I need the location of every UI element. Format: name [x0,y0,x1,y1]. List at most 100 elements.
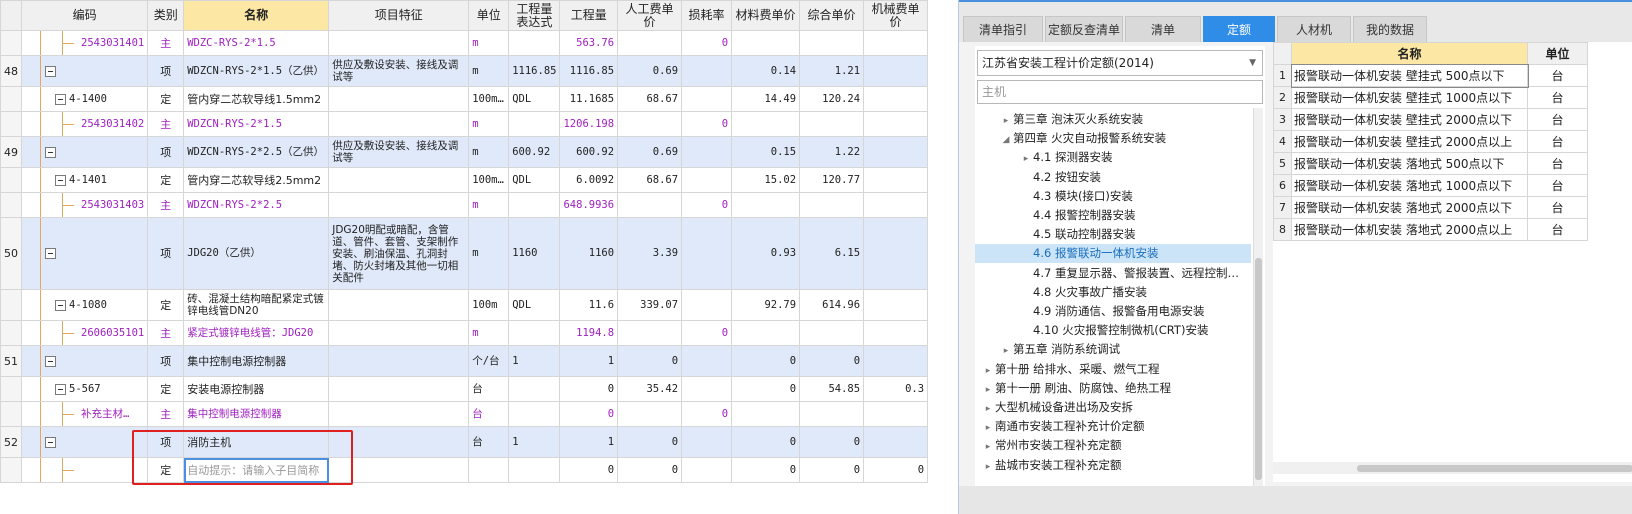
unit-cell[interactable]: 100m… [468,86,510,112]
feature-cell[interactable] [328,457,470,483]
tab-labor-material[interactable]: 人材机 [1277,16,1351,42]
loss-cell[interactable] [681,86,733,112]
total-cell[interactable]: 120.77 [799,167,865,193]
material-cell[interactable]: 0 [731,457,801,483]
category-cell[interactable]: 项 [147,136,185,168]
quota-name-cell[interactable]: 报警联动一体机安装 落地式 1000点以下 [1291,174,1528,197]
feature-cell[interactable]: 供应及敷设安装、接线及调试等 [328,55,470,87]
table-row[interactable]: 48 项 WDZCN-RYS-2*1.5（乙供） 供应及敷设安装、接线及调试等 m 111… [0,55,929,87]
qty-cell[interactable]: 1160 [559,217,619,290]
quota-name-cell[interactable]: 报警联动一体机安装 落地式 2000点以下 [1291,196,1528,219]
loss-cell[interactable]: 0 [681,401,733,427]
quota-row[interactable]: 8 报警联动一体机安装 落地式 2000点以上台 [1273,218,1588,241]
total-header[interactable]: 综合单价 [799,0,865,31]
labor-header[interactable]: 人工费单价 [617,0,683,31]
table-row[interactable]: 2606035101 主紧定式镀锌电线管：JDG20 m 1194.8 0 [0,320,929,346]
name-input-cell[interactable]: 自动提示：请输入子目简称 [183,457,330,483]
feature-cell[interactable] [328,426,470,458]
name-cell[interactable]: 管内穿二芯软导线2.5mm2 [183,167,330,193]
quota-horizontal-scrollbar[interactable] [1273,462,1632,474]
code-cell[interactable]: 4-1401 [20,167,149,193]
labor-cell[interactable] [617,111,683,137]
tree-node[interactable]: 4.6 报警联动一体机安装 [975,244,1251,264]
tree-node[interactable]: 4.2 按钮安装 [975,168,1251,187]
expr-cell[interactable]: QDL [508,289,561,321]
expr-cell[interactable]: 1160 [508,217,561,290]
collapse-toggle-icon[interactable] [45,248,56,259]
unit-cell[interactable] [468,457,510,483]
expand-arrow-icon[interactable]: ▸ [981,419,995,438]
name-cell[interactable]: WDZCN-RYS-2*2.5 [183,192,330,218]
material-cell[interactable] [731,320,801,346]
tree-node[interactable]: 4.7 重复显示器、警报装置、远程控制… [975,264,1251,283]
qty-cell[interactable]: 1116.85 [559,55,619,87]
tree-vertical-scrollbar[interactable] [1253,108,1263,486]
unit-cell[interactable]: m [468,55,510,87]
category-cell[interactable]: 项 [147,426,185,458]
machine-cell[interactable] [863,320,929,346]
quota-name-cell[interactable]: 报警联动一体机安装 壁挂式 1000点以下 [1291,86,1528,109]
feature-header[interactable]: 项目特征 [328,0,470,31]
quota-name-cell[interactable]: 报警联动一体机安装 壁挂式 500点以下 [1290,63,1529,88]
code-cell[interactable]: 2543031403 [20,192,149,218]
name-cell[interactable]: JDG20（乙供） [183,217,330,290]
code-cell[interactable]: 2606035101 [20,320,149,346]
loss-cell[interactable]: 0 [681,192,733,218]
machine-cell[interactable] [863,136,929,168]
qty-header[interactable]: 工程量 [559,0,619,31]
tree-node[interactable]: ▸ 大型机械设备进出场及安拆 [975,398,1251,417]
unit-cell[interactable]: m [468,136,510,168]
tree-node[interactable]: ▸ 4.1 探测器安装 [975,148,1251,167]
expand-arrow-icon[interactable]: ▸ [981,458,995,477]
total-cell[interactable] [799,30,865,56]
collapse-arrow-icon[interactable]: ◢ [999,131,1013,150]
scrollbar-thumb[interactable] [1357,465,1632,472]
expr-cell[interactable]: 600.92 [508,136,561,168]
qty-cell[interactable]: 1206.198 [559,111,619,137]
labor-cell[interactable]: 35.42 [617,376,683,402]
category-header[interactable]: 类别 [147,0,185,31]
collapse-toggle-icon[interactable] [55,299,66,311]
table-row[interactable]: 4-1080 定砖、混凝土结构暗配紧定式镀锌电线管DN20 100m QDL 11.6 3… [0,289,929,321]
table-row[interactable]: 4-1400 定管内穿二芯软导线1.5mm2 100m… QDL 11.1685 68.6… [0,86,929,112]
name-cell[interactable]: 消防主机 [183,426,330,458]
expr-cell[interactable]: 1116.85 [508,55,561,87]
machine-header[interactable]: 机械费单价 [863,0,929,31]
machine-cell[interactable] [863,217,929,290]
name-cell[interactable]: WDZCN-RYS-2*1.5（乙供） [183,55,330,87]
scrollbar-thumb[interactable] [1255,258,1262,480]
labor-cell[interactable]: 68.67 [617,167,683,193]
qty-cell[interactable]: 1 [559,345,619,377]
quota-unit-cell[interactable]: 台 [1527,130,1588,153]
name-cell[interactable]: 安装电源控制器 [183,376,330,402]
category-cell[interactable]: 项 [147,217,185,290]
material-cell[interactable]: 0.93 [731,217,801,290]
qty-cell[interactable]: 0 [559,376,619,402]
total-cell[interactable] [799,111,865,137]
qty-cell[interactable]: 1194.8 [559,320,619,346]
total-cell[interactable]: 0 [799,345,865,377]
category-cell[interactable]: 定 [147,86,185,112]
expr-cell[interactable] [508,376,561,402]
quota-name-cell[interactable]: 报警联动一体机安装 落地式 500点以下 [1291,152,1528,175]
name-header[interactable]: 名称 [183,0,330,31]
tree-node[interactable]: 4.3 模块(接口)安装 [975,187,1251,206]
expand-arrow-icon[interactable]: ▸ [1019,150,1033,169]
expr-cell[interactable]: QDL [508,167,561,193]
machine-cell[interactable] [863,192,929,218]
loss-cell[interactable] [681,55,733,87]
table-row[interactable]: 2543031402 主 WDZCN-RYS-2*1.5 m 1206.198 0 [0,111,929,137]
quota-row[interactable]: 4 报警联动一体机安装 壁挂式 2000点以上台 [1273,130,1588,153]
loss-cell[interactable] [681,426,733,458]
total-cell[interactable]: 0 [799,457,865,483]
expr-cell[interactable]: 1 [508,345,561,377]
total-cell[interactable]: 0 [799,426,865,458]
labor-cell[interactable]: 0 [617,457,683,483]
material-cell[interactable]: 0 [731,345,801,377]
table-row[interactable]: 4-1401 定管内穿二芯软导线2.5mm2 100m… QDL 6.0092 68.67… [0,167,929,193]
name-cell[interactable]: WDZC-RYS-2*1.5 [183,30,330,56]
loss-cell[interactable] [681,289,733,321]
quota-unit-cell[interactable]: 台 [1527,218,1588,241]
code-cell[interactable]: 4-1400 [20,86,149,112]
table-row[interactable]: 50 项 JDG20（乙供） JDG20明配或暗配，含管道、管件、套管、支架制作安装、… [0,217,929,290]
